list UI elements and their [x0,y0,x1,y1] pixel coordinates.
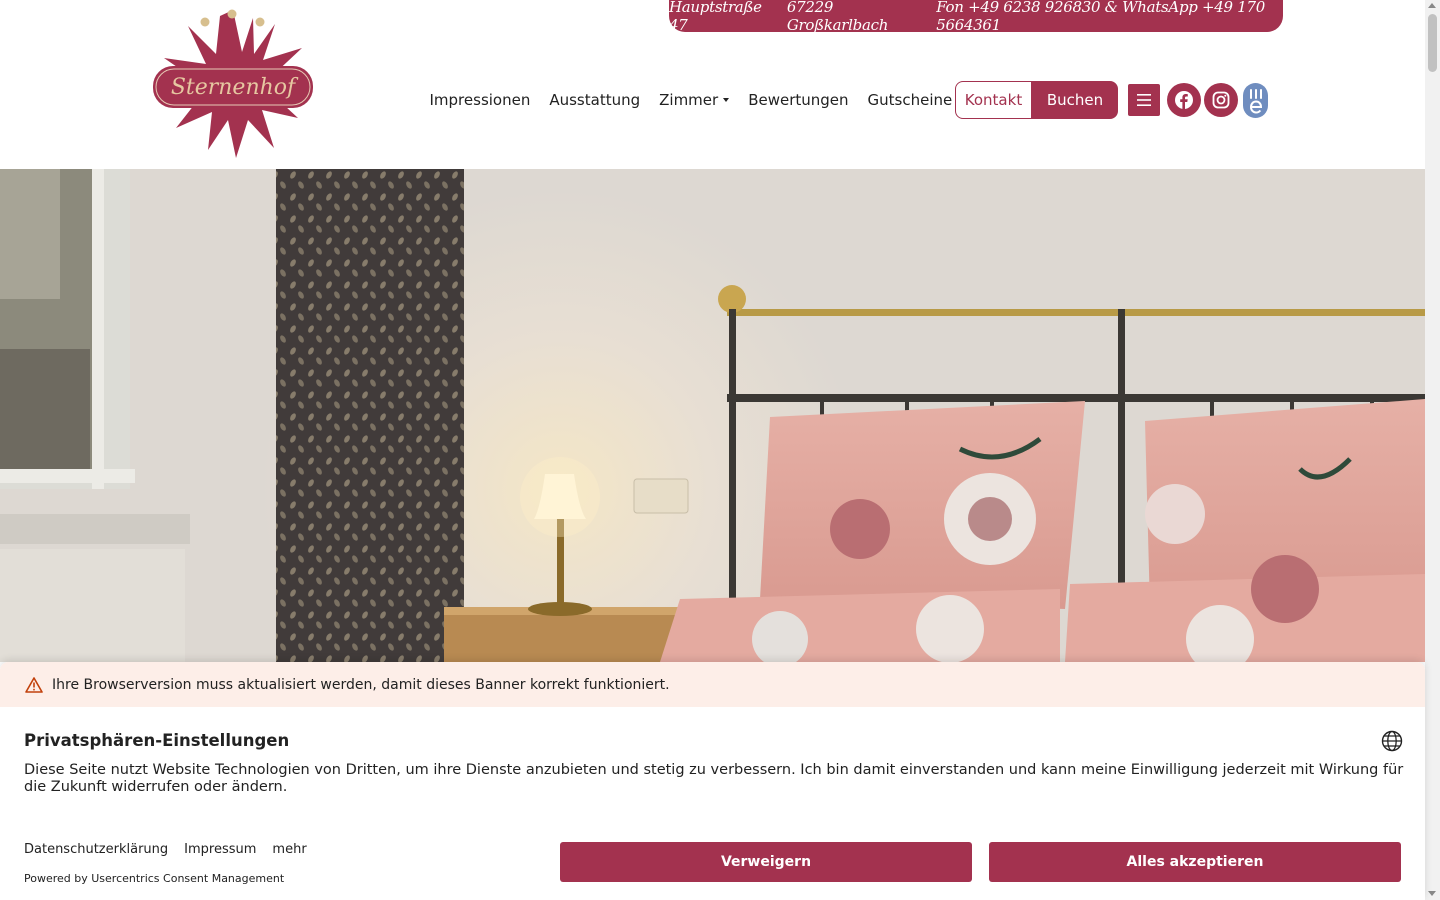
buchen-button[interactable]: Buchen [1032,81,1118,119]
e-badge-button[interactable] [1243,83,1268,118]
caret-down-icon [723,98,730,102]
consent-links: Datenschutzerklärung Impressum mehr [24,842,307,857]
warning-icon [25,676,43,693]
privacy-policy-link[interactable]: Datenschutzerklärung [24,842,168,857]
browser-warning-text: Ihre Browserversion muss aktualisiert we… [52,676,670,693]
topbar-street: Hauptstraße 47 [669,0,762,34]
deny-button[interactable]: Verweigern [560,842,972,882]
kontakt-button[interactable]: Kontakt [955,81,1032,119]
facebook-button[interactable] [1167,83,1201,117]
bedroom-photo [0,169,1425,662]
site-header: Hauptstraße 47 67229 Großkarlbach Fon +4… [0,0,1425,169]
instagram-button[interactable] [1204,83,1238,117]
page-scrollbar[interactable] [1425,0,1440,900]
sternenhof-logo[interactable]: Sternenhof [150,8,316,160]
more-link[interactable]: mehr [272,842,306,857]
contact-topbar: Hauptstraße 47 67229 Großkarlbach Fon +4… [669,0,1283,34]
scroll-down-arrow-icon[interactable] [1428,891,1436,896]
logo-text: Sternenhof [171,75,299,100]
nav-gutscheine[interactable]: Gutscheine [858,91,962,109]
menu-icon [1137,94,1151,106]
e-icon [1249,88,1262,114]
powered-by: Powered by Usercentrics Consent Manageme… [24,872,285,885]
accept-all-button[interactable]: Alles akzeptieren [989,842,1401,882]
scroll-up-arrow-icon[interactable] [1428,3,1436,8]
nav-zimmer[interactable]: Zimmer [650,91,739,109]
impressum-link[interactable]: Impressum [184,842,256,857]
scroll-thumb[interactable] [1428,14,1437,72]
consent-text: Diese Seite nutzt Website Technologien v… [24,762,1404,795]
consent-title: Privatsphären-Einstellungen [24,731,290,750]
topbar-city: 67229 Großkarlbach [786,0,889,34]
topbar-phone[interactable]: Fon +49 6238 926830 & WhatsApp +49 170 5… [936,0,1283,34]
menu-button[interactable] [1128,84,1160,116]
main-nav: Impressionen Ausstattung Zimmer Bewertun… [420,81,962,119]
hero-image [0,169,1425,662]
nav-ausstattung[interactable]: Ausstattung [540,91,650,109]
instagram-icon [1212,91,1230,109]
nav-impressionen[interactable]: Impressionen [420,91,540,109]
consent-banner: Ihre Browserversion muss aktualisiert we… [0,662,1425,900]
browser-warning: Ihre Browserversion muss aktualisiert we… [0,662,1425,707]
facebook-icon [1175,91,1193,109]
cta-group: Kontakt Buchen [955,81,1118,119]
nav-bewertungen[interactable]: Bewertungen [739,91,858,109]
language-globe-icon[interactable] [1381,730,1403,752]
